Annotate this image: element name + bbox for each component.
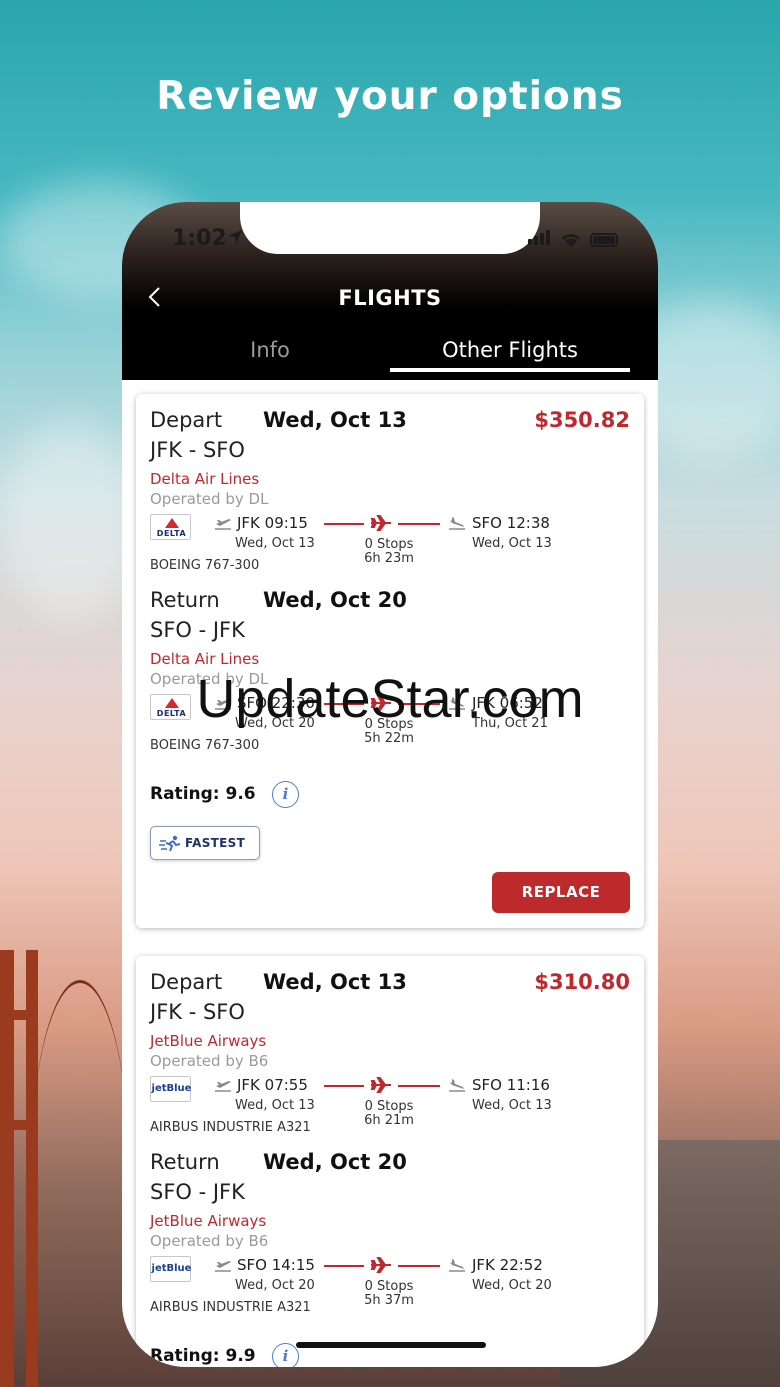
airline-name: Delta Air Lines <box>150 650 260 668</box>
leg-label: Return <box>150 1150 220 1174</box>
takeoff-icon <box>215 1261 231 1272</box>
background-cloud <box>0 420 140 620</box>
stops-info: 0 Stops 5h 37m <box>364 1279 414 1308</box>
price: $310.80 <box>534 970 630 994</box>
operated-by: Operated by DL <box>150 490 269 508</box>
info-icon[interactable]: i <box>272 781 299 808</box>
app-header: 1:02 FLIGHTS Info Other Flights <box>122 202 658 380</box>
landing-icon <box>449 517 465 530</box>
aircraft-type: AIRBUS INDUSTRIE A321 <box>150 1300 311 1315</box>
badge-label: FASTEST <box>185 836 246 850</box>
route: JFK - SFO <box>150 1000 245 1024</box>
watermark-text: UpdateStar.com <box>196 669 584 729</box>
rating: Rating: 9.9 <box>150 1346 256 1366</box>
takeoff-icon <box>215 1081 231 1092</box>
departure-date: Wed, Oct 13 <box>235 1098 315 1113</box>
status-time: 1:02 <box>172 226 227 251</box>
leg-label: Depart <box>150 970 223 994</box>
running-person-icon <box>159 835 181 852</box>
leg-date: Wed, Oct 13 <box>263 970 407 994</box>
screen-title: FLIGHTS <box>338 286 442 310</box>
route-line <box>324 1085 364 1087</box>
departure-date: Wed, Oct 20 <box>235 1278 315 1293</box>
home-indicator <box>296 1342 486 1348</box>
leg-label: Return <box>150 588 220 612</box>
leg-date: Wed, Oct 20 <box>263 588 407 612</box>
rating: Rating: 9.6 <box>150 784 256 804</box>
depart-leg: Depart Wed, Oct 13 $310.80 JFK - SFO Jet… <box>150 970 630 1140</box>
departure-time: SFO 14:15 <box>237 1256 315 1274</box>
flight-option-card: Depart Wed, Oct 13 $350.82 JFK - SFO Del… <box>136 394 644 928</box>
phone-notch <box>240 202 540 254</box>
wifi-icon <box>562 233 580 247</box>
departure-date: Wed, Oct 13 <box>235 536 315 551</box>
replace-button[interactable]: REPLACE <box>492 872 630 913</box>
airline-name: JetBlue Airways <box>150 1212 267 1230</box>
departure-time: JFK 07:55 <box>237 1076 308 1094</box>
price: $350.82 <box>534 408 630 432</box>
airline-name: Delta Air Lines <box>150 470 260 488</box>
arrival-time: SFO 11:16 <box>472 1076 550 1094</box>
route-line <box>324 523 364 525</box>
status-icons <box>528 230 618 249</box>
route: JFK - SFO <box>150 438 245 462</box>
active-tab-indicator <box>390 368 630 372</box>
jetblue-logo: jetBlue <box>150 1076 191 1102</box>
route: SFO - JFK <box>150 1180 245 1204</box>
fastest-badge: FASTEST <box>150 826 260 860</box>
operated-by: Operated by B6 <box>150 1232 269 1250</box>
delta-logo: DELTA <box>150 514 191 540</box>
aircraft-type: AIRBUS INDUSTRIE A321 <box>150 1120 311 1135</box>
depart-leg: Depart Wed, Oct 13 $350.82 JFK - SFO Del… <box>150 408 630 578</box>
airplane-icon <box>370 515 391 531</box>
route: SFO - JFK <box>150 618 245 642</box>
aircraft-type: BOEING 767-300 <box>150 558 260 573</box>
tab-info[interactable]: Info <box>150 338 390 362</box>
route-line <box>398 523 440 525</box>
takeoff-icon <box>215 519 231 530</box>
leg-date: Wed, Oct 20 <box>263 1150 407 1174</box>
airline-name: JetBlue Airways <box>150 1032 267 1050</box>
tab-other-flights[interactable]: Other Flights <box>390 338 630 362</box>
jetblue-logo: jetBlue <box>150 1256 191 1282</box>
leg-date: Wed, Oct 13 <box>263 408 407 432</box>
landing-icon <box>449 1079 465 1092</box>
phone-screen: 1:02 FLIGHTS Info Other Flights Depart W… <box>122 202 658 1367</box>
airplane-icon <box>370 1077 391 1093</box>
stops-info: 0 Stops 6h 23m <box>364 537 414 566</box>
arrival-date: Wed, Oct 20 <box>472 1278 552 1293</box>
bridge-tower <box>0 1010 38 1020</box>
bridge-cable <box>30 980 130 1380</box>
airplane-icon <box>370 1257 391 1273</box>
flight-option-card: Depart Wed, Oct 13 $310.80 JFK - SFO Jet… <box>136 956 644 1367</box>
info-icon[interactable]: i <box>272 1343 299 1367</box>
landing-icon <box>449 1259 465 1272</box>
arrival-date: Wed, Oct 13 <box>472 536 552 551</box>
battery-icon <box>590 232 618 247</box>
departure-time: JFK 09:15 <box>237 514 308 532</box>
leg-label: Depart <box>150 408 223 432</box>
route-line <box>398 1265 440 1267</box>
stops-info: 0 Stops 6h 21m <box>364 1099 414 1128</box>
aircraft-type: BOEING 767-300 <box>150 738 260 753</box>
route-line <box>398 1085 440 1087</box>
signal-icon <box>528 230 552 249</box>
return-leg: Return Wed, Oct 20 SFO - JFK JetBlue Air… <box>150 1150 630 1320</box>
location-arrow-icon <box>228 230 242 244</box>
arrival-date: Wed, Oct 13 <box>472 1098 552 1113</box>
arrival-time: SFO 12:38 <box>472 514 550 532</box>
headline: Review your options <box>156 74 624 119</box>
arrival-time: JFK 22:52 <box>472 1256 543 1274</box>
operated-by: Operated by B6 <box>150 1052 269 1070</box>
route-line <box>324 1265 364 1267</box>
